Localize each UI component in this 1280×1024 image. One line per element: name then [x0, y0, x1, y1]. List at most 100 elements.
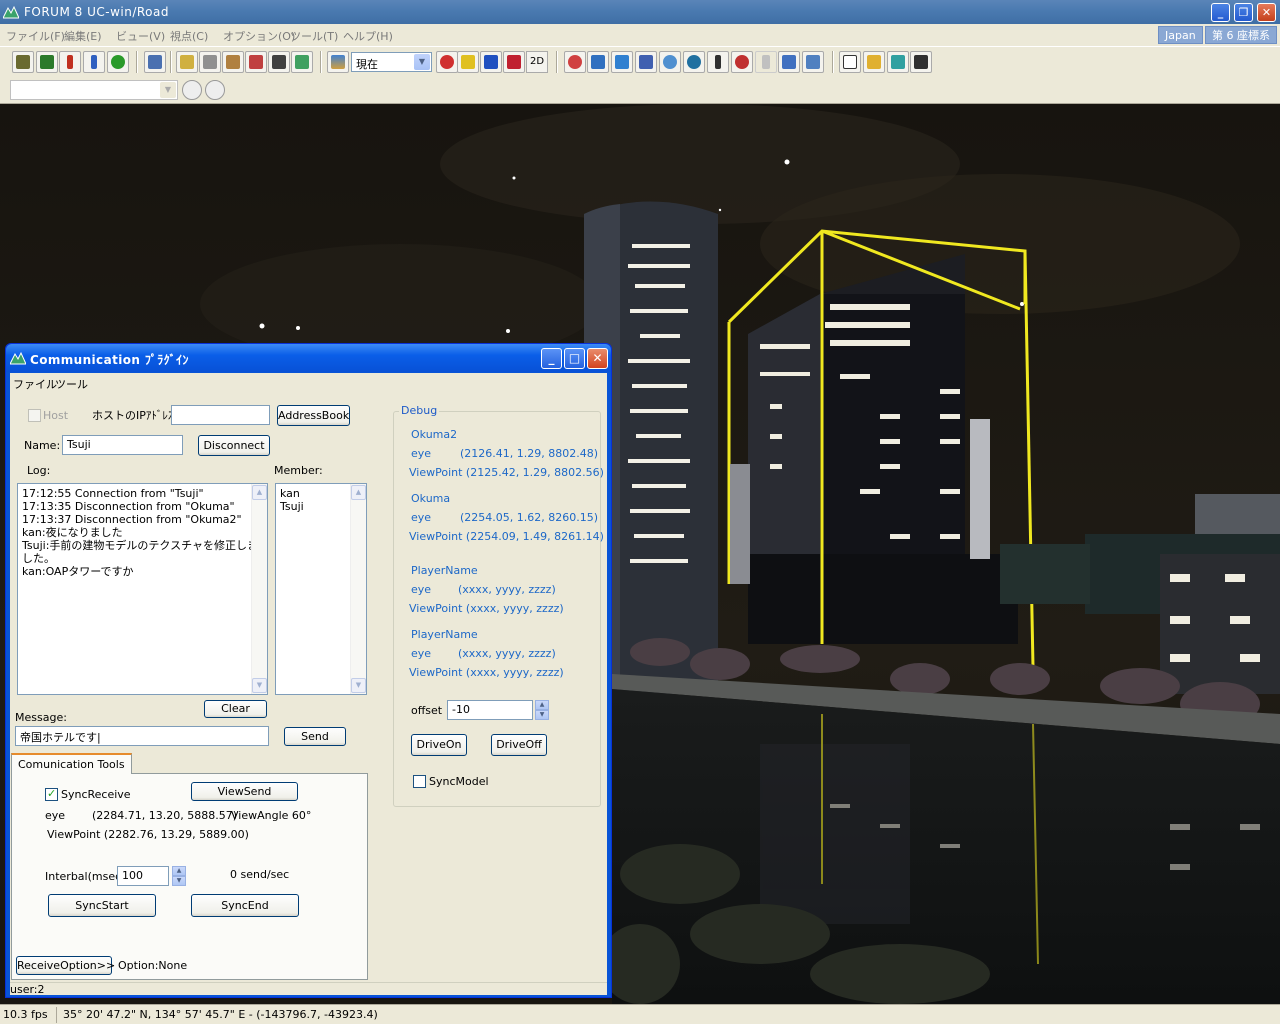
move-icon[interactable]	[611, 51, 633, 73]
log-line: Tsuji:手前の建物モデルのテクスチャを修正しま	[22, 539, 258, 552]
view-2d-button[interactable]: 2D	[526, 51, 548, 73]
viewpoint-value: ViewPoint (2282.76, 13.29, 5889.00)	[47, 828, 249, 841]
log-scrollbar[interactable]: ▲ ▼	[251, 484, 267, 694]
view-send-button[interactable]: ViewSend	[191, 782, 298, 801]
record-disabled-icon[interactable]	[182, 80, 202, 100]
record-icon[interactable]	[436, 51, 458, 73]
rotate-icon[interactable]	[564, 51, 586, 73]
rewind-icon[interactable]	[480, 51, 502, 73]
chevron-down-icon[interactable]: ▼	[160, 82, 176, 98]
host-ip-label: ホストのIPｱﾄﾞﾚｽ:	[92, 409, 178, 422]
member-listbox[interactable]: kan Tsuji ▲ ▼	[275, 483, 367, 695]
log-listbox[interactable]: 17:12:55 Connection from "Tsuji" 17:13:3…	[17, 483, 268, 695]
menu-help[interactable]: ヘルプ(H)	[343, 28, 393, 44]
flag-icon[interactable]	[503, 51, 525, 73]
scroll-up-icon[interactable]: ▲	[351, 485, 366, 500]
stepper-up-icon[interactable]: ▲	[172, 866, 186, 876]
main-titlebar: FORUM 8 UC-win/Road _ ❐ ✕	[0, 0, 1280, 24]
landscape-icon[interactable]	[291, 51, 313, 73]
road-plan-icon[interactable]	[12, 51, 34, 73]
name-input[interactable]: Tsuji	[62, 435, 183, 455]
stepper-up-icon[interactable]: ▲	[535, 700, 549, 710]
new-file-icon[interactable]	[839, 51, 861, 73]
dialog-menu-file[interactable]: ファイル	[13, 376, 57, 392]
bridge-icon[interactable]	[199, 51, 221, 73]
person-icon[interactable]	[707, 51, 729, 73]
drive-on-button[interactable]: DriveOn	[411, 734, 467, 756]
steering-wheel-icon[interactable]	[731, 51, 753, 73]
player-name: PlayerName	[411, 628, 478, 641]
time-of-day-select[interactable]: 現在 ▼	[351, 52, 432, 72]
member-scrollbar[interactable]: ▲ ▼	[350, 484, 366, 694]
player-name: PlayerName	[411, 564, 478, 577]
disconnect-button[interactable]: Disconnect	[198, 435, 270, 456]
stop-disabled-icon[interactable]	[205, 80, 225, 100]
anchor-icon[interactable]	[587, 51, 609, 73]
pause-icon[interactable]	[457, 51, 479, 73]
interval-input[interactable]: 100	[117, 866, 169, 886]
toolbar2-select[interactable]: ▼	[10, 80, 178, 100]
tunnel-icon[interactable]	[222, 51, 244, 73]
open-folder-icon[interactable]	[863, 51, 885, 73]
building-icon[interactable]	[144, 51, 166, 73]
dialog-menu-tools[interactable]: ツール	[55, 376, 88, 392]
route-icon[interactable]	[268, 51, 290, 73]
globe-icon[interactable]	[683, 51, 705, 73]
menu-view[interactable]: ビュー(V)	[116, 28, 165, 44]
dialog-maximize-button[interactable]: □	[564, 348, 585, 369]
sync-model-checkbox[interactable]	[413, 775, 426, 788]
receive-option-button[interactable]: ReceiveOption>>	[16, 956, 115, 975]
scroll-down-icon[interactable]: ▼	[252, 678, 267, 693]
player-name: Okuma	[411, 492, 451, 505]
menu-file[interactable]: ファイル(F)	[6, 28, 65, 44]
scroll-up-icon[interactable]: ▲	[252, 485, 267, 500]
chevron-down-icon[interactable]: ▼	[414, 54, 430, 70]
sync-start-button[interactable]: SyncStart	[48, 894, 156, 917]
sky-icon[interactable]	[327, 51, 349, 73]
eye-label: eye	[45, 809, 66, 822]
menu-edit[interactable]: 編集(E)	[64, 28, 102, 44]
region-label[interactable]: Japan	[1158, 26, 1203, 44]
car-icon[interactable]	[635, 51, 657, 73]
sync-end-button[interactable]: SyncEnd	[191, 894, 299, 917]
menu-options[interactable]: オプション(O)	[223, 28, 295, 44]
sync-receive-label: SyncReceive	[61, 788, 131, 801]
coordinate-system-label[interactable]: 第 6 座標系	[1205, 26, 1277, 44]
restore-button[interactable]: ❐	[1234, 3, 1253, 22]
host-checkbox[interactable]	[28, 409, 41, 422]
dialog-minimize-button[interactable]: _	[541, 348, 562, 369]
tab-communication-tools[interactable]: Comunication Tools	[11, 753, 132, 774]
stepper-down-icon[interactable]: ▼	[535, 710, 549, 720]
dialog-close-button[interactable]: ✕	[587, 348, 608, 369]
pedestrian-icon[interactable]	[83, 51, 105, 73]
grid-icon[interactable]	[36, 51, 58, 73]
host-ip-input[interactable]	[171, 405, 270, 425]
menu-viewpoint[interactable]: 視点(C)	[170, 28, 208, 44]
close-button[interactable]: ✕	[1257, 3, 1276, 22]
airplane-icon[interactable]	[802, 51, 824, 73]
drive-off-button[interactable]: DriveOff	[491, 734, 547, 756]
save-icon[interactable]	[910, 51, 932, 73]
clear-button[interactable]: Clear	[204, 700, 267, 718]
map-icon[interactable]	[176, 51, 198, 73]
status-bar: 10.3 fps 35° 20' 47.2" N, 134° 57' 45.7"…	[0, 1004, 1280, 1024]
address-book-button[interactable]: AddressBook	[277, 405, 350, 426]
offset-stepper[interactable]: ▲ ▼	[535, 700, 549, 720]
save-all-icon[interactable]	[887, 51, 909, 73]
interval-stepper[interactable]: ▲ ▼	[172, 866, 186, 886]
vehicle-icon[interactable]	[778, 51, 800, 73]
vehicle-edit-icon[interactable]	[245, 51, 267, 73]
orbit-icon[interactable]	[659, 51, 681, 73]
message-input[interactable]: 帝国ホテルです|	[15, 726, 269, 746]
scroll-down-icon[interactable]: ▼	[351, 678, 366, 693]
pedestrian-red-icon[interactable]	[59, 51, 81, 73]
send-button[interactable]: Send	[284, 727, 346, 746]
offset-input[interactable]: -10	[447, 700, 533, 720]
menu-tools[interactable]: ツール(T)	[290, 28, 338, 44]
dialog-titlebar[interactable]: Communication ﾌﾟﾗｸﾞｲﾝ _ □ ✕	[6, 344, 611, 372]
minimize-button[interactable]: _	[1211, 3, 1230, 22]
tree-icon[interactable]	[107, 51, 129, 73]
toolbar-separator	[556, 51, 558, 73]
stepper-down-icon[interactable]: ▼	[172, 876, 186, 886]
sync-receive-checkbox[interactable]: ✓	[45, 787, 58, 801]
